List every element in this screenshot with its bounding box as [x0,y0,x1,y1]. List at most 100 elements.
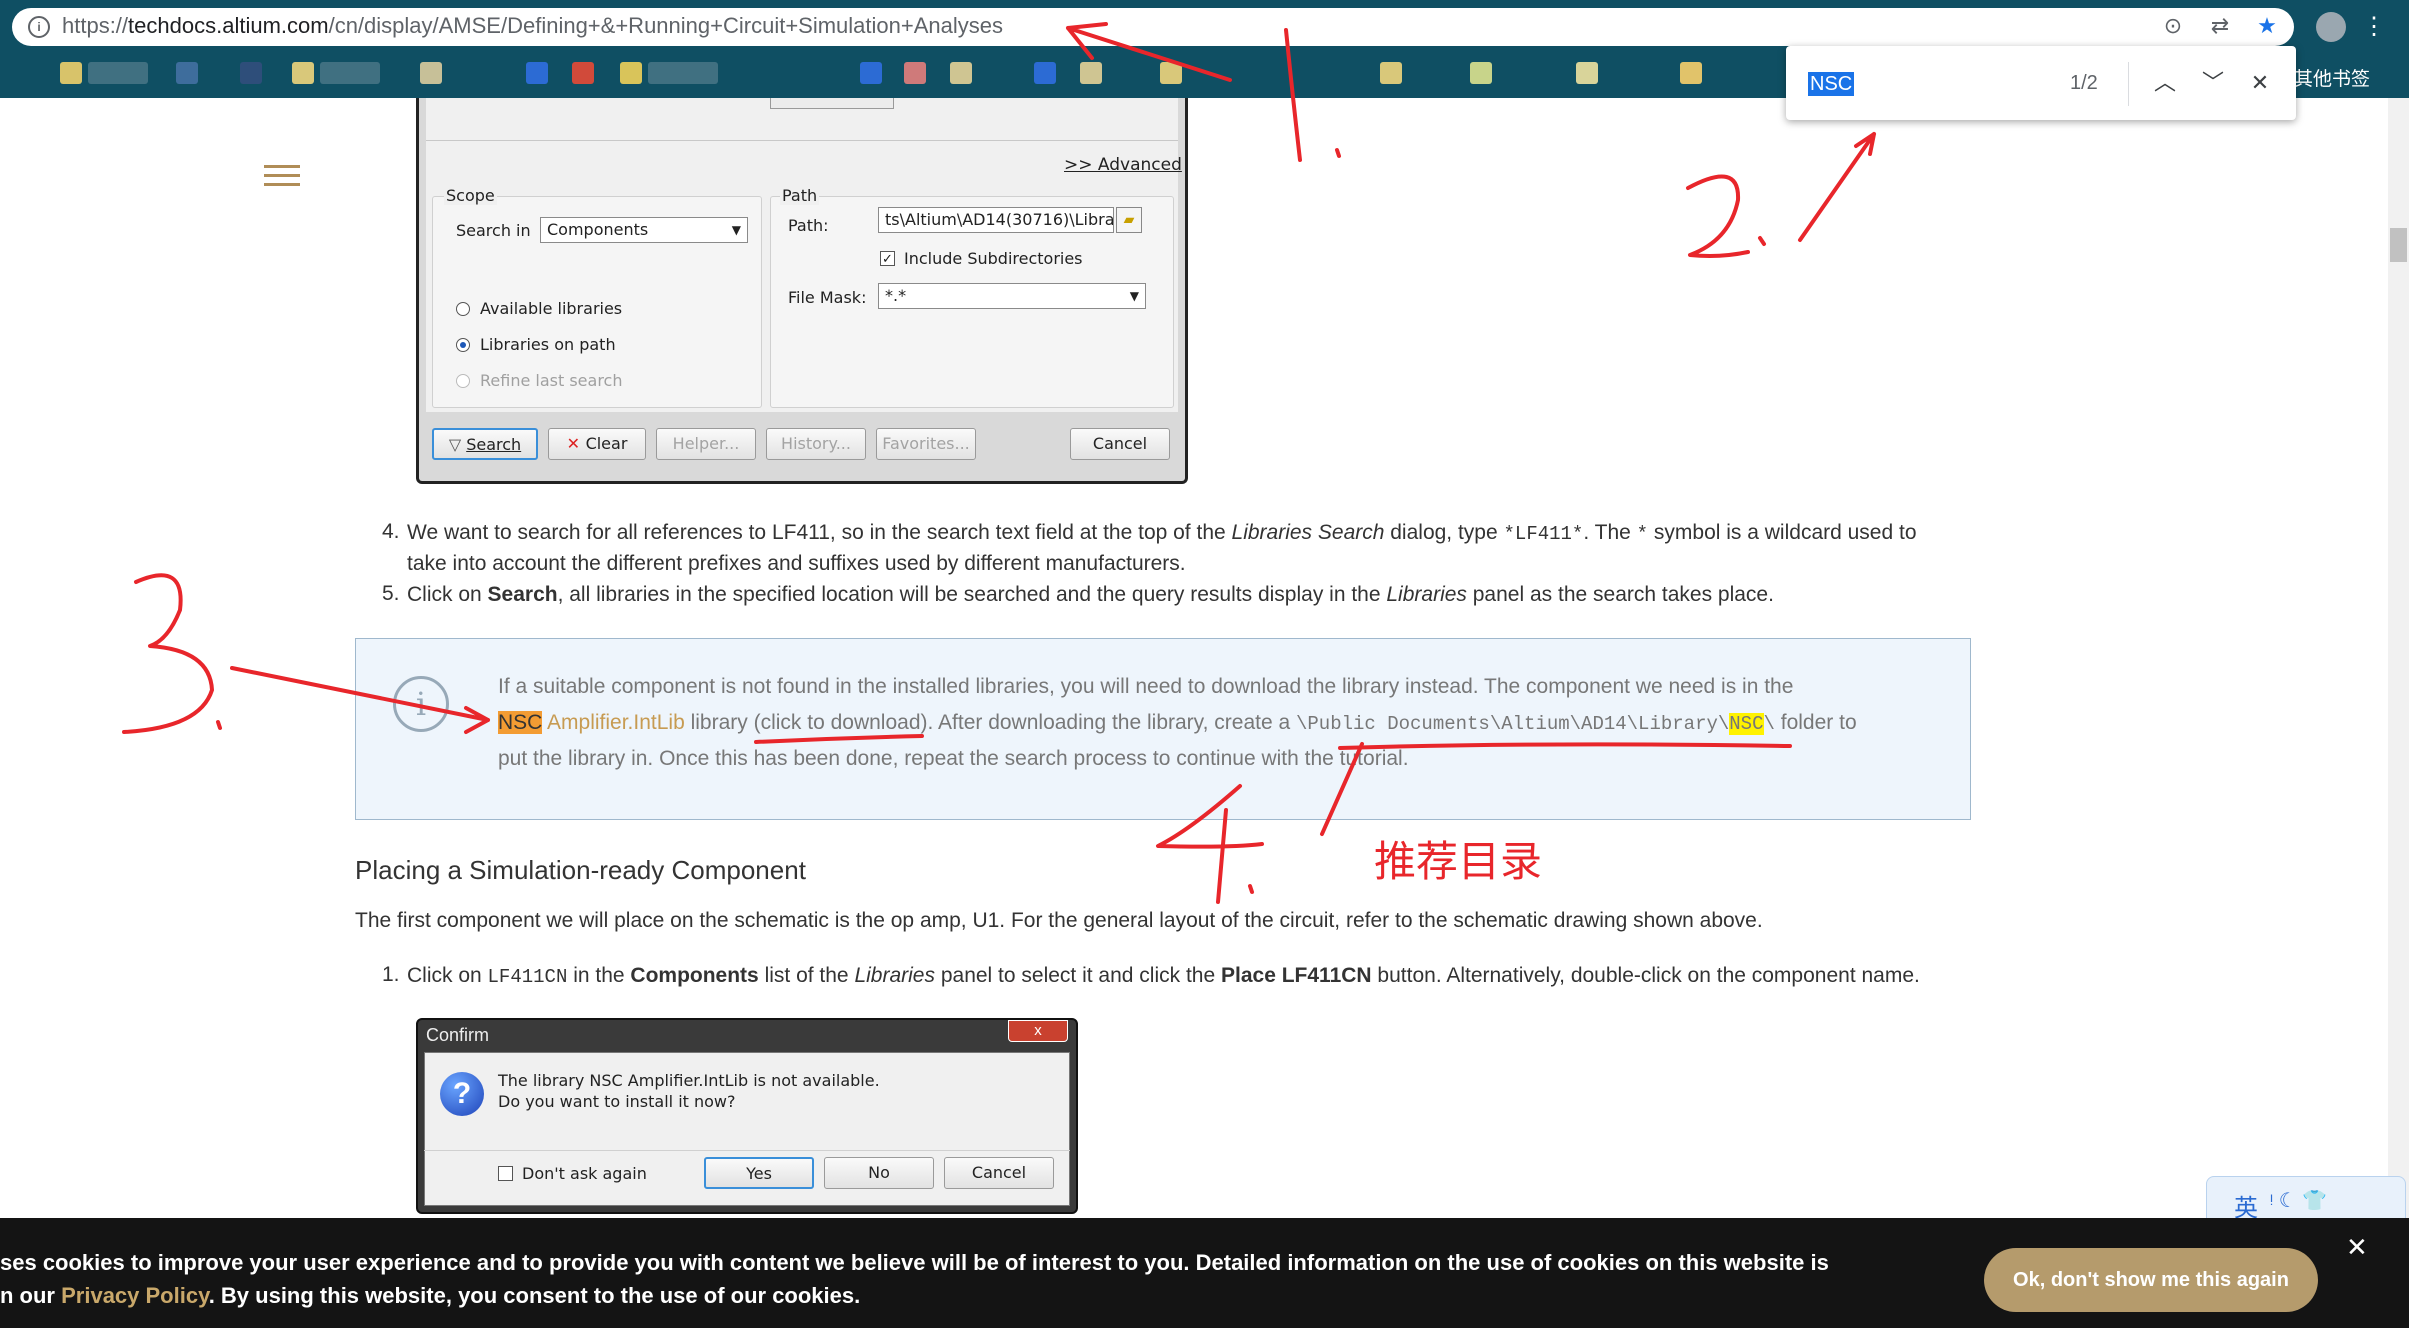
search-in-select[interactable]: Components ▼ [540,217,748,243]
annotation-dot-2 [1758,236,1766,246]
url-text[interactable]: https://techdocs.altium.com/cn/display/A… [62,13,1003,39]
privacy-policy-link[interactable]: Privacy Policy [61,1283,209,1308]
include-subdirectories-checkbox[interactable]: ✓ [880,251,895,266]
divider [426,140,1178,141]
section-intro: The first component we will place on the… [355,909,1763,932]
annotation-dot-1 [1335,148,1341,158]
dropdown-arrow-icon: ▼ [1129,289,1139,303]
find-prev-icon[interactable]: ︿ [2148,66,2182,100]
advanced-link[interactable]: >> Advanced [1064,155,1182,175]
step-5-text: Click on Search, all libraries in the sp… [407,583,1774,606]
bookmark-item[interactable] [1080,62,1102,84]
scrollbar-thumb[interactable] [2390,228,2407,262]
bookmark-item[interactable] [860,62,882,84]
info-icon[interactable]: i [28,16,50,38]
annotation-mark-3 [122,573,214,734]
path-label: Path: [788,216,829,235]
radio-refine-last-search [456,374,470,388]
bookmark-item[interactable] [60,62,82,84]
radio-available-libraries[interactable] [456,302,470,316]
path-input[interactable]: ts\Altium\AD14(30716)\Library\ [878,207,1114,233]
section-heading: Placing a Simulation-ready Component [355,855,806,885]
download-link[interactable]: click to download [761,711,921,734]
bookmark-item[interactable] [176,62,198,84]
close-icon[interactable]: x [1008,1020,1068,1042]
radio-label: Available libraries [480,299,623,318]
checkbox-label: Don't ask again [522,1164,647,1183]
cookie-accept-button[interactable]: Ok, don't show me this again [1984,1248,2318,1312]
find-input[interactable]: NSC [1808,72,1855,96]
dialog-button-partial [770,98,894,109]
bookmark-item[interactable] [904,62,926,84]
step-number: 1. [382,963,400,986]
bookmark-item[interactable] [526,62,548,84]
path-title: Path [780,186,820,205]
profile-icon[interactable] [2316,12,2346,42]
search-button[interactable]: ▽ Search [432,428,538,460]
radio-label: Libraries on path [480,335,616,354]
checkbox-label: Include Subdirectories [904,249,1083,268]
star-icon[interactable]: ★ [2254,13,2280,39]
file-mask-label: File Mask: [788,288,867,307]
bookmark-item[interactable] [1160,62,1182,84]
confirm-dialog-title: Confirm [426,1025,490,1045]
info-icon: i [393,676,449,732]
favorites-button: Favorites... [876,428,976,460]
ime-mode-icons[interactable]: ᵎ ☾ 👕 [2270,1188,2327,1213]
browse-folder-icon[interactable]: ▰ [1116,207,1142,233]
clear-icon: ✕ [566,434,586,453]
bookmark-item[interactable] [1380,62,1402,84]
question-icon: ? [440,1072,484,1116]
helper-button: Helper... [656,428,756,460]
find-count: 1/2 [2070,72,2098,94]
step-4-text-line2: take into account the different prefixes… [407,552,1186,575]
url-path: /cn/display/AMSE/Defining+&+Running+Circ… [328,13,1003,38]
radio-libraries-on-path[interactable] [456,338,470,352]
clear-button[interactable]: ✕ Clear [548,428,646,460]
yes-button[interactable]: Yes [704,1157,814,1189]
search-button-label: Search [466,435,522,454]
find-divider [2128,62,2129,106]
hamburger-icon[interactable] [264,165,300,189]
bookmark-item[interactable] [420,62,442,84]
close-icon[interactable]: ✕ [2346,1232,2368,1263]
search-in-value: Components [547,220,649,239]
dont-ask-again-checkbox[interactable] [498,1166,513,1181]
bookmark-item[interactable] [1576,62,1598,84]
bookmark-item[interactable] [88,62,148,84]
annotation-mark-2 [1686,174,1750,258]
dialog-cancel-button[interactable]: Cancel [1070,428,1170,460]
bookmark-item[interactable] [1470,62,1492,84]
bookmark-item[interactable] [320,62,380,84]
note-line-2: NSC Amplifier.IntLib library (click to d… [498,711,1857,735]
url-host: techdocs.altium.com [128,13,329,38]
step-number: 4. [382,520,400,543]
bookmark-item[interactable] [572,62,594,84]
page-scrollbar[interactable] [2388,98,2409,1328]
radio-label: Refine last search [480,371,623,390]
bookmark-item[interactable] [240,62,262,84]
no-button[interactable]: No [824,1157,934,1189]
other-bookmarks[interactable]: 其他书签 [2294,64,2370,91]
bookmark-item[interactable] [950,62,972,84]
find-next-icon[interactable]: ﹀ [2196,66,2230,100]
bookmark-item[interactable] [648,62,718,84]
menu-icon[interactable]: ⋮ [2362,12,2386,42]
bookmark-item[interactable] [1680,62,1702,84]
file-mask-value: *.* [885,286,907,305]
find-highlight: NSC [1729,713,1764,735]
clear-button-label: Clear [585,434,628,453]
annotation-chinese-note: 推荐目录 [1374,837,1543,886]
file-mask-select[interactable]: *.* ▼ [878,283,1146,309]
translate-icon[interactable]: ⇄ [2207,13,2233,39]
bookmark-item[interactable] [292,62,314,84]
confirm-cancel-button[interactable]: Cancel [944,1157,1054,1189]
bookmark-item[interactable] [1034,62,1056,84]
dropdown-arrow-icon: ▼ [731,223,741,237]
placing-step-1-text: Click on LF411CN in the Components list … [407,964,1920,988]
zoom-icon[interactable]: ⊙ [2160,13,2186,39]
confirm-message-1: The library NSC Amplifier.IntLib is not … [498,1071,880,1090]
bookmark-item[interactable] [620,62,642,84]
find-close-icon[interactable]: ✕ [2243,66,2277,100]
library-link[interactable]: Amplifier.IntLib [542,711,685,734]
